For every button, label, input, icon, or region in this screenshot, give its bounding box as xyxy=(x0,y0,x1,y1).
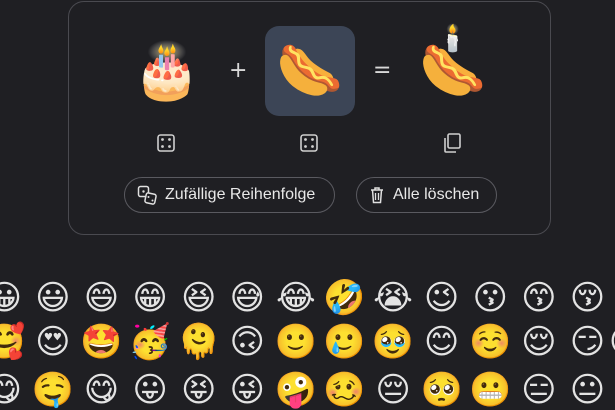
middle-emoji-slot[interactable]: 🌭 xyxy=(265,26,355,116)
emoji-cell[interactable]: 😐 xyxy=(563,366,612,410)
emoji-cell[interactable]: 😅 xyxy=(223,274,272,322)
emoji-row: 🥰 😍 🤩 🥳 🫠 🙃 🙂 🥲 🥹 😊 ☺️ 😌 😏 😴 xyxy=(0,318,615,366)
emoji-cell[interactable]: 😏 xyxy=(563,318,612,366)
emoji-cell[interactable]: 🥰 xyxy=(0,318,29,366)
clear-all-label: Alle löschen xyxy=(393,186,480,203)
randomize-middle-dice-icon[interactable] xyxy=(298,132,320,154)
emoji-cell[interactable]: 🤪 xyxy=(272,366,321,410)
left-emoji-slot[interactable]: 🎂 xyxy=(122,26,212,116)
emoji-cell[interactable]: 😄 xyxy=(77,274,126,322)
emoji-cell[interactable]: 😙 xyxy=(515,274,564,322)
emoji-cell[interactable]: 🤩 xyxy=(77,318,126,366)
shuffle-dice-icon xyxy=(137,185,157,205)
emoji-kitchen-page: 🎂 + 🌭 = 🌭 🕯️ Zufällige Reihenfolge Alle … xyxy=(0,0,615,410)
emoji-cell[interactable]: 🥺 xyxy=(417,366,466,410)
emoji-cell[interactable]: 😉 xyxy=(417,274,466,322)
emoji-picker-grid: 😀 😃 😄 😁 😆 😅 😂 🤣 😭 😉 😗 😙 😚 😘 🥰 😍 🤩 🥳 🫠 🙃 … xyxy=(0,268,615,410)
emoji-cell[interactable]: 🥳 xyxy=(126,318,175,366)
emoji-cell[interactable]: 🤣 xyxy=(320,274,369,322)
emoji-cell[interactable]: 😬 xyxy=(466,366,515,410)
emoji-cell[interactable]: 😁 xyxy=(126,274,175,322)
random-order-label: Zufällige Reihenfolge xyxy=(165,186,316,203)
emoji-mixer-card: 🎂 + 🌭 = 🌭 🕯️ Zufällige Reihenfolge Alle … xyxy=(68,1,551,235)
emoji-cell[interactable]: 😋 xyxy=(77,366,126,410)
emoji-cell[interactable]: 😛 xyxy=(126,366,175,410)
emoji-cell[interactable]: 😭 xyxy=(369,274,418,322)
emoji-cell[interactable]: 😌 xyxy=(515,318,564,366)
emoji-cell[interactable]: 😔 xyxy=(369,366,418,410)
emoji-cell[interactable]: 🙃 xyxy=(223,318,272,366)
emoji-cell[interactable]: 😜 xyxy=(223,366,272,410)
plus-operator: + xyxy=(229,58,248,83)
emoji-cell[interactable]: 🫠 xyxy=(174,318,223,366)
result-candle-topper: 🕯️ xyxy=(436,24,470,54)
randomize-left-dice-icon[interactable] xyxy=(155,132,177,154)
emoji-cell[interactable]: ☺️ xyxy=(466,318,515,366)
emoji-row: 😀 😃 😄 😁 😆 😅 😂 🤣 😭 😉 😗 😙 😚 😘 xyxy=(0,274,615,322)
emoji-cell[interactable]: 😝 xyxy=(174,366,223,410)
emoji-cell[interactable]: 😚 xyxy=(563,274,612,322)
emoji-cell[interactable]: 😃 xyxy=(29,274,78,322)
emoji-cell[interactable]: 😍 xyxy=(29,318,78,366)
emoji-cell[interactable]: 😋 xyxy=(0,366,29,410)
emoji-row: 😋 🤤 😋 😛 😝 😜 🤪 🥴 😔 🥺 😬 😑 😐 😶 xyxy=(0,366,615,410)
hot-dog-emoji: 🌭 xyxy=(276,39,344,102)
result-emoji-slot[interactable]: 🌭 🕯️ xyxy=(408,26,498,116)
emoji-cell[interactable]: 🙂 xyxy=(272,318,321,366)
equals-operator: = xyxy=(373,58,392,83)
copy-icon[interactable] xyxy=(441,132,463,154)
emoji-cell[interactable]: 🥲 xyxy=(320,318,369,366)
emoji-cell[interactable]: 🤤 xyxy=(29,366,78,410)
random-order-button[interactable]: Zufällige Reihenfolge xyxy=(124,177,335,213)
emoji-cell[interactable]: 😊 xyxy=(417,318,466,366)
emoji-cell[interactable]: 🥹 xyxy=(369,318,418,366)
combined-emoji-result: 🌭 🕯️ xyxy=(419,26,486,98)
emoji-cell[interactable]: 😑 xyxy=(515,366,564,410)
emoji-cell[interactable]: 😗 xyxy=(466,274,515,322)
clear-all-button[interactable]: Alle löschen xyxy=(356,177,497,213)
emoji-cell[interactable]: 😂 xyxy=(272,274,321,322)
emoji-cell[interactable]: 🥴 xyxy=(320,366,369,410)
trash-icon xyxy=(369,186,385,204)
emoji-cell[interactable]: 😆 xyxy=(174,274,223,322)
birthday-cake-emoji: 🎂 xyxy=(133,39,201,102)
emoji-cell[interactable]: 😀 xyxy=(0,274,29,322)
